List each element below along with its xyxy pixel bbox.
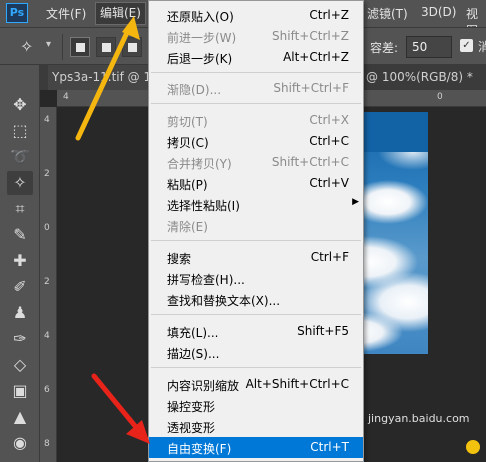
antialias-checkbox[interactable]: ✓: [460, 39, 473, 52]
menu-item-copy-merged[interactable]: 合并拷贝(Y) Shift+Ctrl+C: [149, 152, 363, 173]
tolerance-input[interactable]: 50: [406, 36, 452, 58]
menu-item-content-aware-scale[interactable]: 内容识别缩放 Alt+Shift+Ctrl+C: [149, 374, 363, 395]
menu-separator: [151, 314, 361, 315]
menu-file[interactable]: 文件(F): [46, 5, 86, 22]
magic-wand-icon[interactable]: ✧: [20, 37, 33, 56]
subtract-from-selection-button[interactable]: [122, 37, 142, 57]
ruler-mark: 0: [437, 92, 443, 102]
menu-separator: [151, 72, 361, 73]
eyedropper-tool-icon[interactable]: ✎: [7, 223, 33, 247]
antialias-label: 消: [478, 40, 486, 54]
menu-item-step-forward[interactable]: 前进一步(W) Shift+Ctrl+Z: [149, 26, 363, 47]
menu-item-stroke[interactable]: 描边(S)...: [149, 342, 363, 363]
menu-3d[interactable]: 3D(D): [421, 5, 456, 19]
new-selection-button[interactable]: [70, 37, 90, 57]
crop-tool-icon[interactable]: ⌗: [7, 197, 33, 221]
ruler-mark: 2: [44, 277, 50, 287]
ruler-left: 4 2 0 2 4 6 8: [40, 107, 57, 462]
menu-filter[interactable]: 滤镜(T): [367, 5, 408, 22]
clone-stamp-tool-icon[interactable]: ♟: [7, 301, 33, 325]
dodge-tool-icon[interactable]: ◉: [7, 431, 33, 455]
brush-tool-icon[interactable]: ✐: [7, 275, 33, 299]
edit-menu-dropdown: 还原贴入(O) Ctrl+Z 前进一步(W) Shift+Ctrl+Z 后退一步(K…: [148, 0, 364, 462]
menu-item-copy[interactable]: 拷贝(C) Ctrl+C: [149, 131, 363, 152]
photoshop-logo-icon: Ps: [6, 3, 28, 23]
menu-item-paste[interactable]: 粘贴(P) Ctrl+V: [149, 173, 363, 194]
ruler-mark: 4: [44, 331, 50, 341]
menu-edit[interactable]: 编辑(E): [95, 2, 146, 25]
menu-separator: [151, 240, 361, 241]
ruler-mark: 8: [44, 439, 50, 449]
tolerance-label: 容差:: [370, 41, 399, 55]
menu-item-step-backward[interactable]: 后退一步(K) Alt+Ctrl+Z: [149, 47, 363, 68]
submenu-arrow-icon: ▶: [352, 197, 359, 207]
menu-item-fill[interactable]: 填充(L)... Shift+F5: [149, 321, 363, 342]
ruler-mark: 6: [44, 385, 50, 395]
menu-item-paste-special[interactable]: 选择性粘贴(I) ▶: [149, 194, 363, 215]
menu-item-free-transform[interactable]: 自由变换(F) Ctrl+T: [149, 437, 363, 458]
ruler-mark: 4: [44, 115, 50, 125]
marquee-tool-icon[interactable]: ⬚: [7, 119, 33, 143]
history-brush-tool-icon[interactable]: ✑: [7, 327, 33, 351]
ruler-mark: 2: [44, 169, 50, 179]
add-to-selection-button[interactable]: [96, 37, 116, 57]
menu-separator: [151, 367, 361, 368]
blur-tool-icon[interactable]: ▲: [7, 405, 33, 429]
flower-shape: [466, 440, 480, 454]
ruler-mark: 4: [63, 92, 69, 102]
menu-item-spell-check[interactable]: 拼写检查(H)...: [149, 268, 363, 289]
menu-item-perspective-warp[interactable]: 透视变形: [149, 416, 363, 437]
chevron-down-icon[interactable]: ▾: [46, 39, 51, 50]
ruler-mark: 0: [44, 223, 50, 233]
magic-wand-tool-icon[interactable]: ✧: [7, 171, 33, 195]
menu-item-find-replace[interactable]: 查找和替换文本(X)...: [149, 289, 363, 310]
move-tool-icon[interactable]: ✥: [7, 93, 33, 117]
eraser-tool-icon[interactable]: ◇: [7, 353, 33, 377]
divider: [62, 34, 63, 60]
menu-item-clear[interactable]: 清除(E): [149, 215, 363, 236]
menu-item-puppet-warp[interactable]: 操控变形: [149, 395, 363, 416]
tab-document-info[interactable]: @ 100%(RGB/8) *: [366, 65, 473, 90]
tools-panel: ✥ ⬚ ➰ ✧ ⌗ ✎ ✚ ✐ ♟ ✑ ◇ ▣ ▲ ◉: [0, 65, 40, 462]
watermark-text: jingyan.baidu.com: [368, 412, 470, 425]
healing-brush-tool-icon[interactable]: ✚: [7, 249, 33, 273]
menu-item-undo-paste[interactable]: 还原贴入(O) Ctrl+Z: [149, 5, 363, 26]
menu-item-search[interactable]: 搜索 Ctrl+F: [149, 247, 363, 268]
lasso-tool-icon[interactable]: ➰: [7, 145, 33, 169]
gradient-tool-icon[interactable]: ▣: [7, 379, 33, 403]
menu-separator: [151, 103, 361, 104]
menu-item-cut[interactable]: 剪切(T) Ctrl+X: [149, 110, 363, 131]
menu-item-fade[interactable]: 渐隐(D)... Shift+Ctrl+F: [149, 78, 363, 99]
